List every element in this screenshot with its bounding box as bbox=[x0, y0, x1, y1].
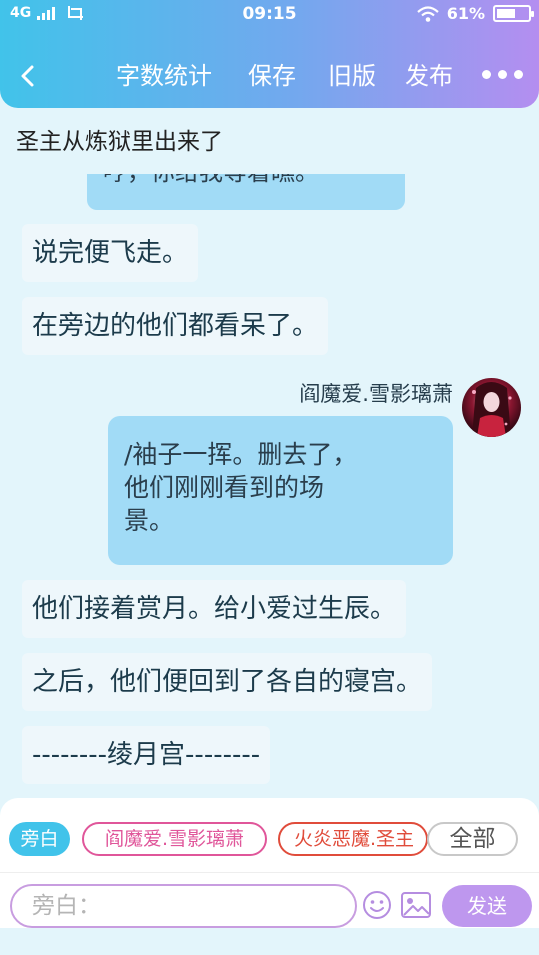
message-input[interactable]: 旁白： bbox=[10, 884, 357, 928]
battery-percent: 61% bbox=[446, 4, 485, 23]
story-title: 圣主从炼狱里出来了 bbox=[16, 129, 223, 155]
more-icon[interactable] bbox=[482, 70, 523, 79]
emoji-icon[interactable] bbox=[362, 890, 392, 920]
image-icon[interactable] bbox=[400, 890, 432, 920]
message-bubble[interactable]: 哼，你给我等着瞧。 bbox=[87, 174, 405, 210]
battery-fill bbox=[497, 9, 516, 18]
narration-item[interactable]: 在旁边的他们都看呆了。 bbox=[22, 297, 329, 355]
status-right: 61% bbox=[416, 4, 534, 23]
narration-item[interactable]: --------绫月宫-------- bbox=[22, 726, 271, 784]
message-line: 景。 bbox=[124, 506, 175, 535]
battery-icon bbox=[493, 5, 534, 22]
message-text: 哼，你给我等着瞧。 bbox=[103, 174, 319, 186]
chat-area[interactable]: 哼，你给我等着瞧。 说完便飞走。 在旁边的他们都看呆了。 阎魔爱.雪影璃萧 /袖… bbox=[0, 174, 539, 796]
message-line: 他们刚刚看到的场 bbox=[124, 473, 325, 502]
avatar-image bbox=[462, 378, 521, 437]
role-chip[interactable]: 阎魔爱.雪影璃萧 bbox=[82, 822, 267, 856]
narration-item[interactable]: 之后，他们便回到了各自的寝宫。 bbox=[22, 653, 433, 711]
old-version-button[interactable]: 旧版 bbox=[328, 58, 376, 94]
avatar[interactable] bbox=[462, 378, 521, 437]
all-roles-button[interactable]: 全部 bbox=[427, 822, 518, 856]
message-bubble[interactable]: /袖子一挥。删去了， 他们刚刚看到的场 景。 bbox=[108, 416, 453, 565]
sender-name: 阎魔爱.雪影璃萧 bbox=[299, 382, 453, 406]
word-count-button[interactable]: 字数统计 bbox=[116, 58, 212, 94]
send-button[interactable]: 发送 bbox=[442, 885, 532, 927]
divider bbox=[0, 872, 539, 873]
publish-button[interactable]: 发布 bbox=[405, 58, 453, 94]
save-button[interactable]: 保存 bbox=[248, 58, 296, 94]
narration-item[interactable]: 说完便飞走。 bbox=[22, 224, 199, 282]
narration-item[interactable]: 他们接着赏月。给小爱过生辰。 bbox=[22, 580, 407, 638]
back-arrow-icon[interactable] bbox=[14, 58, 42, 94]
status-bar: 4G 09:15 61% bbox=[0, 0, 539, 28]
message-line: /袖子一挥。删去了， bbox=[124, 440, 358, 469]
role-chip[interactable]: 火炎恶魔.圣主 bbox=[278, 822, 428, 856]
narrator-chip[interactable]: 旁白 bbox=[9, 822, 70, 856]
bottom-strip bbox=[0, 928, 539, 955]
header: 4G 09:15 61% 字数统计 保存 旧版 发布 bbox=[0, 0, 539, 108]
wifi-icon bbox=[416, 5, 439, 22]
